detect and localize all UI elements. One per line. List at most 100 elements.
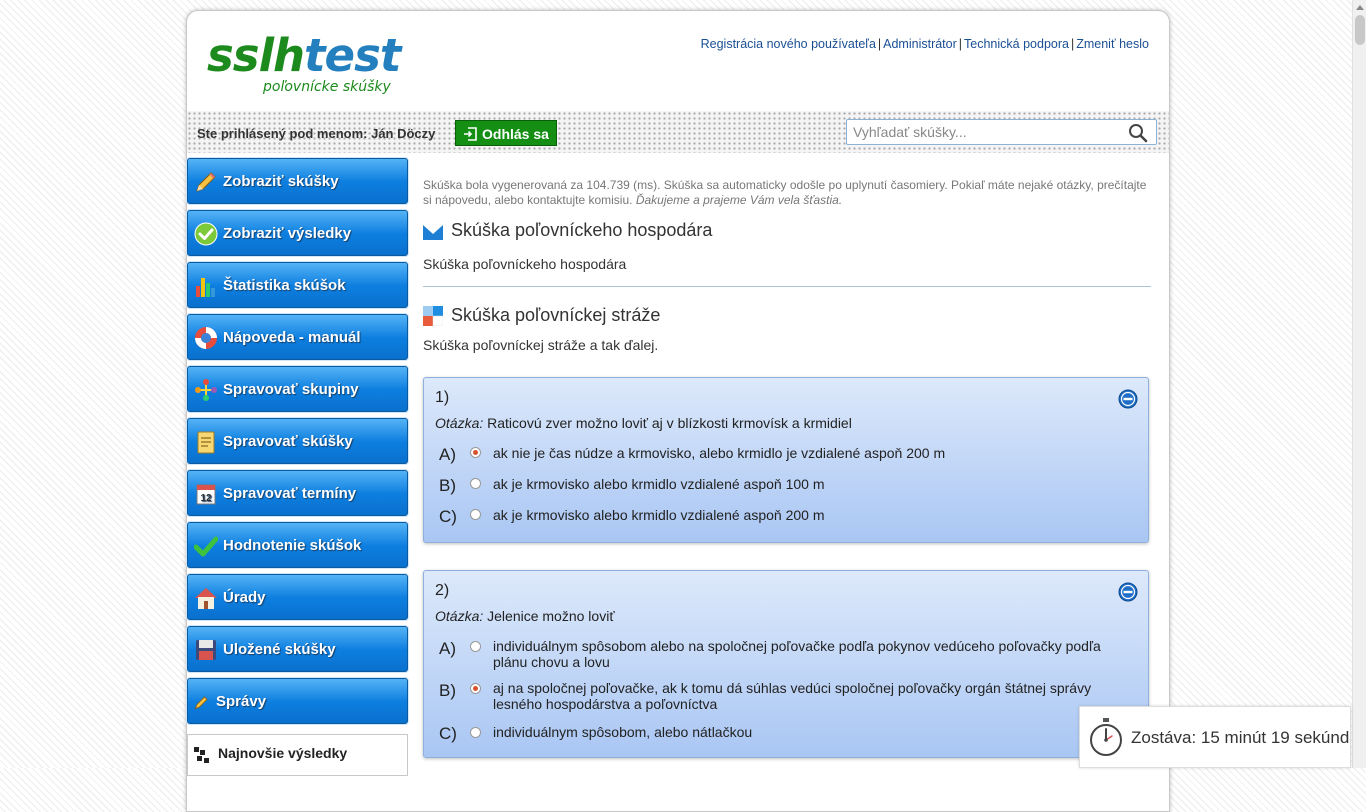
calendar-day-number: 12	[200, 493, 212, 504]
option-radio[interactable]	[470, 641, 481, 652]
sidebar-item-exam-evaluation[interactable]: Hodnotenie skúšok	[187, 522, 408, 568]
sidebar-item-statistics[interactable]: Štatistika skúšok	[187, 262, 408, 308]
logo-text-part2: test	[304, 29, 401, 82]
section-divider	[423, 286, 1151, 287]
option-radio[interactable]	[470, 447, 481, 458]
countdown-timer: Zostáva: 15 minút 19 sekúnd	[1079, 706, 1351, 768]
page-scrollbar[interactable]	[1352, 0, 1366, 768]
tiles-icon	[423, 306, 443, 326]
sidebar-item-label: Správy	[216, 693, 267, 710]
collapse-icon[interactable]	[1118, 582, 1138, 602]
sidebar-item-label: Úrady	[223, 589, 266, 606]
sidebar-item-label: Spravovať skúšky	[223, 433, 353, 450]
register-link[interactable]: Registrácia nového používateľa	[701, 37, 876, 51]
option-letter: C)	[439, 507, 457, 526]
sidebar-item-messages[interactable]: Správy	[187, 678, 408, 724]
section-description: Skúška poľovníckej stráže a tak ďalej.	[423, 337, 659, 353]
site-logo[interactable]: sslhtest poľovnícke skúšky	[207, 33, 401, 95]
sidebar-item-offices[interactable]: Úrady	[187, 574, 408, 620]
option-letter: B)	[439, 681, 456, 700]
network-icon	[195, 379, 217, 401]
logo-text-part1: sslh	[207, 29, 305, 82]
floppy-disk-icon	[196, 640, 216, 660]
option-text[interactable]: ak nie je čas núdze a krmovisko, alebo k…	[493, 445, 945, 461]
question-body: Raticovú zver možno loviť aj v blízkosti…	[487, 415, 852, 431]
sidebar-item-label: Uložené skúšky	[223, 641, 336, 658]
calendar-icon: 12	[196, 484, 216, 505]
sidebar-item-show-exams[interactable]: Zobraziť skúšky	[187, 158, 408, 204]
option-radio[interactable]	[470, 509, 481, 520]
option-text[interactable]: ak je krmovisko alebo krmidlo vzdialené …	[493, 476, 825, 492]
scrollbar-thumb[interactable]	[1355, 15, 1365, 45]
section-title-hospodar: Skúška poľovníckeho hospodára	[423, 218, 1151, 244]
question-text: Otázka: Jelenice možno loviť	[435, 608, 615, 624]
link-separator: |	[877, 37, 882, 51]
sidebar-item-manage-exams[interactable]: Spravovať skúšky	[187, 418, 408, 464]
option-radio[interactable]	[470, 683, 481, 694]
sidebar-item-manage-groups[interactable]: Spravovať skupiny	[187, 366, 408, 412]
sidebar-item-show-results[interactable]: Zobraziť výsledky	[187, 210, 408, 256]
main-content: Skúška bola vygenerovaná za 104.739 (ms)…	[423, 177, 1151, 353]
collapse-icon[interactable]	[1118, 389, 1138, 409]
timer-text: Zostáva: 15 minút 19 sekúnd	[1131, 728, 1350, 747]
latest-results-label: Najnovšie výsledky	[218, 745, 348, 761]
notepad-icon	[197, 431, 215, 454]
question-number: 2)	[435, 582, 450, 599]
option-text[interactable]: individuálnym spôsobom, alebo nátlačkou	[493, 724, 752, 740]
section-title-text: Skúška poľovníckej stráže	[451, 305, 661, 325]
search-input[interactable]	[853, 121, 1123, 143]
sidebar-nav: Zobraziť skúšky Zobraziť výsledky Štatis…	[187, 158, 408, 776]
search-box[interactable]	[846, 119, 1157, 145]
stopwatch-icon	[1090, 718, 1122, 756]
section-title-text: Skúška poľovníckeho hospodára	[451, 220, 713, 240]
sidebar-item-help-manual[interactable]: Nápoveda - manuál	[187, 314, 408, 360]
option-text[interactable]: aj na spoločnej poľovačke, ak k tomu dá …	[493, 680, 1129, 712]
top-links: Registrácia nového používateľa | Administr…	[701, 37, 1149, 51]
question-label: Otázka:	[435, 608, 484, 624]
sidebar-item-saved-exams[interactable]: Uložené skúšky	[187, 626, 408, 672]
latest-results-panel[interactable]: Najnovšie výsledky	[187, 734, 408, 776]
logo-subtitle: poľovnícke skúšky	[263, 79, 391, 95]
logged-in-user-label: Ste prihlásený pod menom: Ján Döczy	[197, 126, 436, 141]
latest-results-icon	[194, 747, 209, 763]
sidebar-item-label: Spravovať termíny	[223, 485, 357, 502]
sidebar-item-label: Zobraziť skúšky	[223, 173, 339, 190]
sidebar-item-manage-dates[interactable]: 12 Spravovať termíny	[187, 470, 408, 516]
sidebar-item-label: Nápoveda - manuál	[223, 329, 361, 346]
sidebar-item-label: Štatistika skúšok	[223, 277, 346, 294]
question-card: 2) Otázka: Jelenice možno loviť A) indiv…	[423, 570, 1149, 758]
logout-label: Odhlás sa	[482, 126, 549, 142]
change-password-link[interactable]: Zmeniť heslo	[1076, 37, 1149, 51]
checkmark-icon	[194, 536, 218, 557]
tech-support-link[interactable]: Technická podpora	[964, 37, 1069, 51]
search-icon[interactable]	[1128, 123, 1148, 143]
envelope-icon	[423, 223, 443, 240]
question-card: 1) Otázka: Raticovú zver možno loviť aj …	[423, 377, 1149, 543]
pencil-small-icon	[194, 696, 208, 710]
page-container: sslhtest poľovnícke skúšky Registrácia n…	[186, 10, 1170, 812]
question-body: Jelenice možno loviť	[487, 608, 615, 624]
link-separator: |	[1070, 37, 1075, 51]
option-letter: C)	[439, 724, 457, 743]
logout-icon	[464, 127, 477, 141]
sidebar-item-label: Hodnotenie skúšok	[223, 537, 362, 554]
lifebuoy-icon	[195, 327, 217, 349]
option-text[interactable]: ak je krmovisko alebo krmidlo vzdialené …	[493, 507, 825, 523]
scroll-up-arrow-icon[interactable]	[1356, 5, 1364, 10]
check-circle-icon	[194, 222, 218, 246]
option-letter: A)	[439, 445, 456, 464]
info-emphasis: Ďakujeme a prajeme Vám vela šťastia.	[635, 193, 843, 207]
sidebar-item-label: Zobraziť výsledky	[223, 225, 352, 242]
option-radio[interactable]	[470, 727, 481, 738]
pencil-icon	[196, 172, 216, 192]
bar-chart-icon	[196, 278, 215, 297]
sidebar-item-label: Spravovať skupiny	[223, 381, 359, 398]
option-letter: B)	[439, 476, 456, 495]
section-description: Skúška poľovníckeho hospodára	[423, 256, 627, 272]
question-text: Otázka: Raticovú zver možno loviť aj v b…	[435, 415, 852, 431]
user-bar: Ste prihlásený pod menom: Ján Döczy Odhl…	[187, 111, 1169, 153]
option-radio[interactable]	[470, 478, 481, 489]
administrator-link[interactable]: Administrátor	[883, 37, 957, 51]
option-text[interactable]: individuálnym spôsobom alebo na spoločne…	[493, 638, 1129, 670]
logout-button[interactable]: Odhlás sa	[455, 120, 557, 146]
